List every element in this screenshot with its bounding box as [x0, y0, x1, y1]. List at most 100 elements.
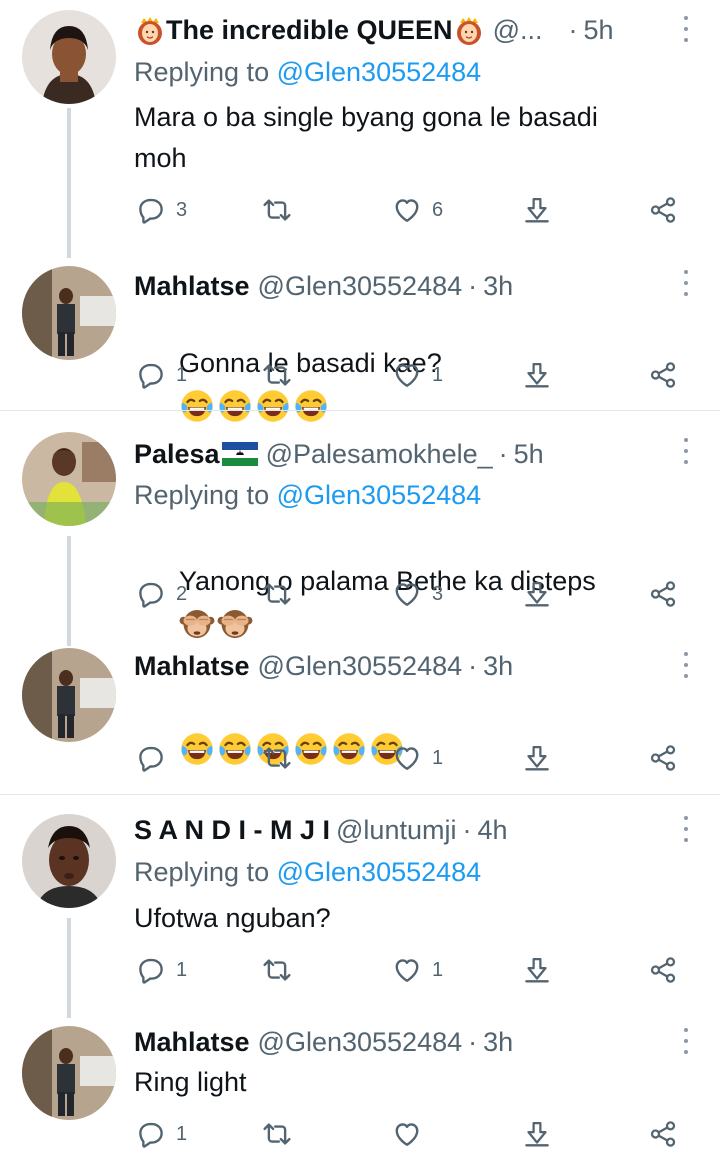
download-button[interactable] [522, 738, 552, 778]
like-count: 6 [432, 198, 444, 221]
tweet-header: S A N D I - M J I @luntumji · 4h [134, 810, 670, 850]
share-icon [648, 195, 678, 225]
share-button[interactable] [648, 574, 678, 614]
avatar[interactable] [22, 10, 116, 104]
download-arrow-icon [522, 195, 552, 225]
share-icon [648, 360, 678, 390]
like-button[interactable]: 1 [392, 355, 443, 395]
avatar[interactable] [22, 648, 116, 742]
replying-to-label: Replying to [134, 57, 270, 87]
display-name[interactable]: The incredible QUEEN [166, 10, 453, 50]
share-button[interactable] [648, 738, 678, 778]
reply-count: 2 [176, 582, 188, 605]
retweet-button[interactable] [262, 950, 292, 990]
download-button[interactable] [522, 355, 552, 395]
user-handle[interactable]: @Glen30552484 [258, 1022, 463, 1062]
timestamp[interactable]: 3h [483, 266, 513, 306]
reply-button[interactable]: 1 [136, 355, 187, 395]
like-count: 1 [432, 363, 444, 386]
share-button[interactable] [648, 190, 678, 230]
action-bar: 1 1 [0, 950, 720, 990]
timestamp[interactable]: 4h [477, 810, 507, 850]
mention-link[interactable]: @Glen30552484 [277, 57, 482, 87]
retweet-icon [262, 195, 292, 225]
separator-dot: · [468, 1027, 478, 1057]
share-icon [648, 743, 678, 773]
retweet-icon [262, 743, 292, 773]
reply-button[interactable]: 2 [136, 574, 187, 614]
user-handle[interactable]: @luntumji [336, 810, 456, 850]
replying-to-label: Replying to [134, 857, 270, 887]
retweet-icon [262, 579, 292, 609]
tweet-header: Mahlatse @Glen30552484 · 3h [134, 266, 670, 306]
replying-to-label: Replying to [134, 480, 270, 510]
download-arrow-icon [522, 579, 552, 609]
retweet-button[interactable] [262, 355, 292, 395]
princess-emoji-icon [453, 14, 485, 46]
more-vertical-icon[interactable] [682, 652, 690, 678]
like-button[interactable] [392, 1114, 422, 1154]
share-button[interactable] [648, 1114, 678, 1154]
timestamp[interactable]: 3h [483, 646, 513, 686]
reply-button[interactable] [136, 738, 166, 778]
more-vertical-icon[interactable] [682, 816, 690, 842]
avatar[interactable] [22, 432, 116, 526]
mention-link[interactable]: @Glen30552484 [277, 857, 482, 887]
reply-count: 3 [176, 198, 188, 221]
avatar[interactable] [22, 266, 116, 360]
share-button[interactable] [648, 950, 678, 990]
user-handle[interactable]: @... [493, 10, 543, 50]
reply-count: 1 [176, 363, 188, 386]
like-button[interactable]: 1 [392, 950, 443, 990]
download-button[interactable] [522, 1114, 552, 1154]
separator-dot: · [468, 651, 478, 681]
download-button[interactable] [522, 950, 552, 990]
replying-to: Replying to @Glen30552484 [134, 52, 481, 92]
display-name[interactable]: Palesa [134, 434, 220, 474]
download-button[interactable] [522, 190, 552, 230]
thread-divider [0, 794, 720, 795]
mention-link[interactable]: @Glen30552484 [277, 480, 482, 510]
like-button[interactable]: 6 [392, 190, 443, 230]
tweet-header: Mahlatse @Glen30552484 · 3h [134, 646, 670, 686]
user-handle[interactable]: @Palesamokhele_ [266, 434, 493, 474]
retweet-button[interactable] [262, 190, 292, 230]
like-count: 1 [432, 746, 444, 769]
user-handle[interactable]: @Glen30552484 [258, 646, 463, 686]
download-arrow-icon [522, 1119, 552, 1149]
display-name[interactable]: Mahlatse [134, 1022, 250, 1062]
more-vertical-icon[interactable] [682, 270, 690, 296]
reply-button[interactable]: 3 [136, 190, 187, 230]
reply-button[interactable]: 1 [136, 950, 187, 990]
tweet-text: Mara o ba single byang gona le basadi mo… [134, 102, 598, 173]
retweet-button[interactable] [262, 1114, 292, 1154]
retweet-icon [262, 955, 292, 985]
reply-button[interactable]: 1 [136, 1114, 187, 1154]
display-name[interactable]: Mahlatse [134, 646, 250, 686]
more-vertical-icon[interactable] [682, 438, 690, 464]
action-bar: 1 [0, 1114, 720, 1154]
separator-dot: · [468, 271, 478, 301]
tweet-header: Palesa @Palesamokhele_ · 5h [134, 434, 670, 474]
like-button[interactable]: 1 [392, 738, 443, 778]
avatar[interactable] [22, 1026, 116, 1120]
reply-count: 1 [176, 958, 188, 981]
like-button[interactable]: 3 [392, 574, 443, 614]
retweet-button[interactable] [262, 574, 292, 614]
user-handle[interactable]: @Glen30552484 [258, 266, 463, 306]
display-name[interactable]: S A N D I - M J I [134, 810, 330, 850]
tweet-text: Ufotwa nguban? [134, 903, 331, 933]
timestamp[interactable]: 3h [483, 1022, 513, 1062]
retweet-icon [262, 360, 292, 390]
timestamp[interactable]: 5h [514, 434, 544, 474]
download-button[interactable] [522, 574, 552, 614]
retweet-button[interactable] [262, 738, 292, 778]
display-name[interactable]: Mahlatse [134, 266, 250, 306]
timestamp[interactable]: 5h [583, 10, 613, 50]
more-vertical-icon[interactable] [682, 1028, 690, 1054]
avatar[interactable] [22, 814, 116, 908]
action-bar: 1 1 [0, 355, 720, 395]
more-vertical-icon[interactable] [682, 16, 690, 42]
share-button[interactable] [648, 355, 678, 395]
heart-icon [392, 195, 422, 225]
